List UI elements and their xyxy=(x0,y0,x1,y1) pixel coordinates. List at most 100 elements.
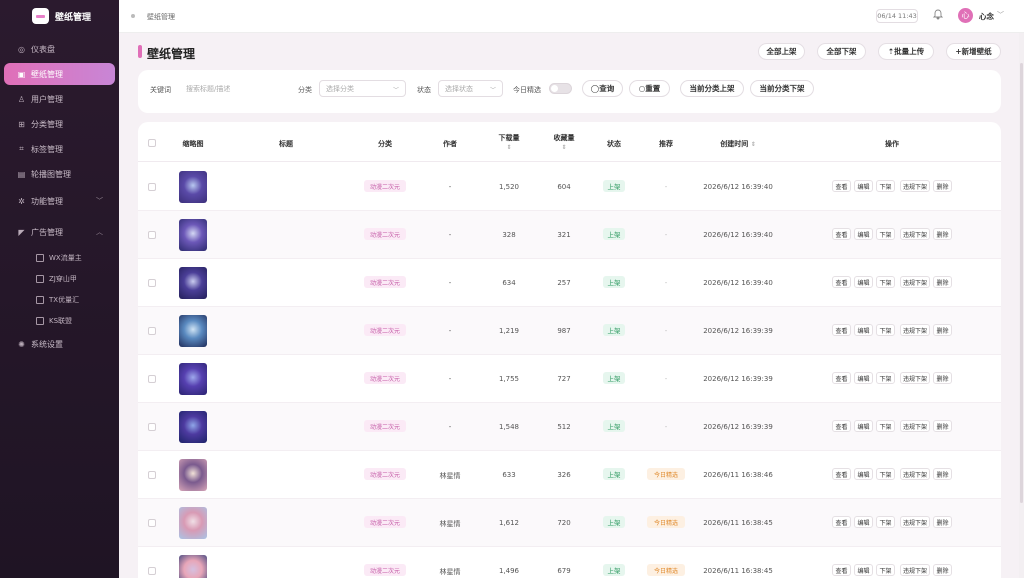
row-action-0[interactable]: 查看 xyxy=(832,180,851,192)
row-action-3[interactable]: 违规下架 xyxy=(900,420,930,432)
row-action-3[interactable]: 违规下架 xyxy=(900,276,930,288)
wallpaper-thumbnail[interactable] xyxy=(179,507,207,539)
row-checkbox[interactable] xyxy=(148,423,156,431)
row-action-2[interactable]: 下架 xyxy=(876,468,895,480)
table-row[interactable]: 动漫二次元 林星情 1,612 720 上架 今日精选 2026/6/11 16:38:45… xyxy=(138,499,1001,547)
sidebar-item-8[interactable]: ✺ 系统设置 xyxy=(4,333,115,355)
table-row[interactable]: 动漫二次元 - 328 321 上架 - 2026/6/12 16:39:40 查看 编辑 下架违… xyxy=(138,211,1001,259)
row-action-3[interactable]: 违规下架 xyxy=(900,468,930,480)
sidebar-item-4[interactable]: ⌗ 标签管理 xyxy=(4,138,115,160)
row-action-2[interactable]: 下架 xyxy=(876,324,895,336)
row-action-4[interactable]: 删除 xyxy=(933,564,952,576)
row-action-1[interactable]: 编辑 xyxy=(854,372,873,384)
sidebar-item-2[interactable]: ♙ 用户管理 xyxy=(4,88,115,110)
row-action-2[interactable]: 下架 xyxy=(876,276,895,288)
row-action-1[interactable]: 编辑 xyxy=(854,468,873,480)
breadcrumb[interactable]: 壁纸管理 xyxy=(147,12,175,22)
row-action-1[interactable]: 编辑 xyxy=(854,516,873,528)
row-action-4[interactable]: 删除 xyxy=(933,180,952,192)
keyword-input[interactable]: 搜索标题/描述 xyxy=(179,80,284,97)
row-action-1[interactable]: 编辑 xyxy=(854,228,873,240)
row-checkbox[interactable] xyxy=(148,567,156,575)
row-action-0[interactable]: 查看 xyxy=(832,228,851,240)
avatar[interactable]: 心 xyxy=(958,8,973,23)
wallpaper-thumbnail[interactable] xyxy=(179,363,207,395)
wallpaper-thumbnail[interactable] xyxy=(179,219,207,251)
row-action-3[interactable]: 违规下架 xyxy=(900,228,930,240)
sidebar-item-5[interactable]: ▤ 轮播图管理 xyxy=(4,163,115,185)
row-action-3[interactable]: 违规下架 xyxy=(900,516,930,528)
table-row[interactable]: 动漫二次元 - 1,219 987 上架 - 2026/6/12 16:39:39 查看 编辑下… xyxy=(138,307,1001,355)
row-action-4[interactable]: 删除 xyxy=(933,324,952,336)
publish-all-button[interactable]: 全部上架 xyxy=(758,43,805,60)
table-row[interactable]: 动漫二次元 林星情 1,496 679 上架 今日精选 2026/6/11 16:38:45… xyxy=(138,547,1001,578)
col-downloads[interactable]: 下载量 ⇕ xyxy=(493,133,525,151)
row-action-4[interactable]: 删除 xyxy=(933,372,952,384)
wallpaper-thumbnail[interactable] xyxy=(179,459,207,491)
row-action-2[interactable]: 下架 xyxy=(876,228,895,240)
sidebar-subitem-1[interactable]: ZJ穿山甲 xyxy=(36,271,77,287)
sidebar-item-7[interactable]: ◤ 广告管理 ︿ xyxy=(4,221,115,243)
row-action-2[interactable]: 下架 xyxy=(876,420,895,432)
row-action-4[interactable]: 删除 xyxy=(933,516,952,528)
row-action-0[interactable]: 查看 xyxy=(832,420,851,432)
wallpaper-thumbnail[interactable] xyxy=(179,267,207,299)
row-checkbox[interactable] xyxy=(148,183,156,191)
row-action-3[interactable]: 违规下架 xyxy=(900,324,930,336)
col-created[interactable]: 创建时间 ⇕ xyxy=(708,139,768,149)
row-checkbox[interactable] xyxy=(148,279,156,287)
row-action-4[interactable]: 删除 xyxy=(933,468,952,480)
add-wallpaper-button[interactable]: +新增壁纸 xyxy=(946,43,1001,60)
wallpaper-thumbnail[interactable] xyxy=(179,411,207,443)
wallpaper-thumbnail[interactable] xyxy=(179,555,207,578)
page-scrollbar[interactable] xyxy=(1019,33,1024,578)
row-action-1[interactable]: 编辑 xyxy=(854,276,873,288)
batch-upload-button[interactable]: ⇡批量上传 xyxy=(878,43,934,60)
unpublish-category-button[interactable]: 当前分类下架 xyxy=(750,80,814,97)
sidebar-item-3[interactable]: ⊞ 分类管理 xyxy=(4,113,115,135)
unpublish-all-button[interactable]: 全部下架 xyxy=(817,43,866,60)
row-action-4[interactable]: 删除 xyxy=(933,420,952,432)
row-checkbox[interactable] xyxy=(148,519,156,527)
table-row[interactable]: 动漫二次元 - 1,520 604 上架 - 2026/6/12 16:39:40 查看 编辑下… xyxy=(138,163,1001,211)
row-action-2[interactable]: 下架 xyxy=(876,372,895,384)
row-action-1[interactable]: 编辑 xyxy=(854,324,873,336)
featured-toggle[interactable] xyxy=(549,83,572,94)
row-action-0[interactable]: 查看 xyxy=(832,516,851,528)
reset-button[interactable]: ○重置 xyxy=(629,80,670,97)
row-checkbox[interactable] xyxy=(148,375,156,383)
row-action-3[interactable]: 违规下架 xyxy=(900,180,930,192)
row-action-4[interactable]: 删除 xyxy=(933,276,952,288)
row-action-2[interactable]: 下架 xyxy=(876,564,895,576)
bell-icon[interactable] xyxy=(932,9,944,21)
row-action-0[interactable]: 查看 xyxy=(832,324,851,336)
row-action-1[interactable]: 编辑 xyxy=(854,180,873,192)
row-action-3[interactable]: 违规下架 xyxy=(900,564,930,576)
row-action-2[interactable]: 下架 xyxy=(876,516,895,528)
table-row[interactable]: 动漫二次元 林星情 633 326 上架 今日精选 2026/6/11 16:38:46 查看… xyxy=(138,451,1001,499)
row-checkbox[interactable] xyxy=(148,471,156,479)
col-favorites[interactable]: 收藏量 ⇕ xyxy=(548,133,580,151)
row-action-1[interactable]: 编辑 xyxy=(854,420,873,432)
row-action-4[interactable]: 删除 xyxy=(933,228,952,240)
row-action-0[interactable]: 查看 xyxy=(832,468,851,480)
row-action-1[interactable]: 编辑 xyxy=(854,564,873,576)
row-checkbox[interactable] xyxy=(148,327,156,335)
wallpaper-thumbnail[interactable] xyxy=(179,171,207,203)
category-select[interactable]: 选择分类 ﹀ xyxy=(319,80,406,97)
row-action-3[interactable]: 违规下架 xyxy=(900,372,930,384)
row-action-0[interactable]: 查看 xyxy=(832,564,851,576)
sidebar-subitem-3[interactable]: KS联盟 xyxy=(36,313,72,329)
publish-category-button[interactable]: 当前分类上架 xyxy=(680,80,744,97)
row-checkbox[interactable] xyxy=(148,231,156,239)
table-row[interactable]: 动漫二次元 - 1,755 727 上架 - 2026/6/12 16:39:39 查看 编辑下… xyxy=(138,355,1001,403)
row-action-0[interactable]: 查看 xyxy=(832,276,851,288)
table-row[interactable]: 动漫二次元 - 634 257 上架 - 2026/6/12 16:39:40 查看 编辑 下架违… xyxy=(138,259,1001,307)
chevron-down-icon[interactable]: ﹀ xyxy=(997,10,1004,20)
sidebar-item-0[interactable]: ◎ 仪表盘 xyxy=(4,38,115,60)
sidebar-item-1[interactable]: ▣ 壁纸管理 xyxy=(4,63,115,85)
row-action-0[interactable]: 查看 xyxy=(832,372,851,384)
table-row[interactable]: 动漫二次元 - 1,548 512 上架 - 2026/6/12 16:39:39 查看 编辑下… xyxy=(138,403,1001,451)
search-button[interactable]: ◯查询 xyxy=(582,80,623,97)
user-name[interactable]: 心念 xyxy=(979,11,994,22)
